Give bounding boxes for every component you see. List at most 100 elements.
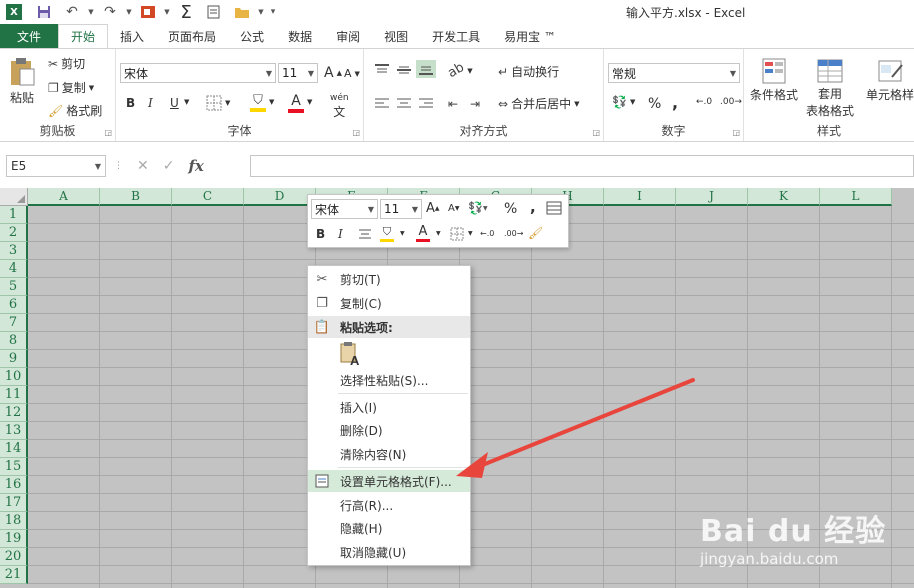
row-header[interactable]: 18 [0, 512, 28, 530]
cancel-icon[interactable]: ✕ [137, 158, 149, 174]
mini-font-name-select[interactable]: 宋体 ▼ [311, 199, 378, 219]
row-header[interactable]: 5 [0, 278, 28, 296]
font-size-select[interactable]: 11 ▼ [278, 63, 318, 83]
menu-paste-special[interactable]: 选择性粘贴(S)... [308, 369, 470, 391]
mini-accounting-icon[interactable]: 💱 ▼ [468, 201, 488, 215]
menu-copy[interactable]: ❐ 复制(C) [308, 292, 470, 314]
menu-format-cells[interactable]: 设置单元格格式(F)... [308, 470, 470, 492]
presentation-icon[interactable] [134, 1, 162, 23]
menu-unhide[interactable]: 取消隐藏(U) [308, 541, 470, 563]
presentation-dropdown-icon[interactable]: ▼ [162, 1, 172, 23]
clipboard-launcher-icon[interactable]: ◲ [104, 128, 112, 137]
mini-fill-dropdown-icon[interactable]: ▼ [400, 230, 405, 237]
fill-color-button[interactable]: ⛉ [250, 93, 266, 112]
row-header[interactable]: 8 [0, 332, 28, 350]
menu-cut[interactable]: ✂ 剪切(T) [308, 268, 470, 290]
mini-italic-button[interactable]: I [338, 227, 343, 241]
number-format-select[interactable]: 常规 ▼ [608, 63, 740, 83]
row-header[interactable]: 16 [0, 476, 28, 494]
paste-keep-text-only-button[interactable]: A [338, 342, 362, 368]
row-header[interactable]: 3 [0, 242, 28, 260]
name-box[interactable]: E5 ▼ [6, 155, 106, 177]
format-as-table-button[interactable]: 套用 表格格式 [806, 57, 854, 119]
column-header[interactable]: A [28, 188, 100, 206]
row-header[interactable]: 12 [0, 404, 28, 422]
insert-function-icon[interactable]: fx [188, 157, 203, 175]
column-header[interactable]: B [100, 188, 172, 206]
increase-decimal-button[interactable]: ←.0 [696, 97, 712, 107]
decrease-decimal-button[interactable]: .00→ [720, 97, 742, 107]
grow-font-button[interactable]: A ▲ [324, 65, 342, 81]
row-header[interactable]: 1 [0, 206, 28, 224]
borders-button[interactable]: ▼ [206, 95, 230, 111]
menu-delete[interactable]: 删除(D) [308, 419, 470, 441]
phonetic-button[interactable]: wén 文 [330, 93, 349, 120]
comma-button[interactable]: , [672, 93, 678, 112]
row-header[interactable]: 14 [0, 440, 28, 458]
paste-button[interactable]: 粘贴 [8, 57, 36, 106]
mini-borders-button[interactable] [450, 227, 464, 241]
shrink-font-button[interactable]: A ▼ [344, 67, 360, 80]
row-header[interactable]: 4 [0, 260, 28, 278]
font-name-select[interactable]: 宋体 ▼ [120, 63, 276, 83]
menu-clear-contents[interactable]: 清除内容(N) [308, 443, 470, 465]
tab-easyuse[interactable]: 易用宝 ™ [492, 24, 568, 48]
row-header[interactable]: 7 [0, 314, 28, 332]
merge-center-button[interactable]: ⇔ 合并后居中 ▼ [498, 95, 579, 112]
column-header[interactable]: J [676, 188, 748, 206]
row-header[interactable]: 2 [0, 224, 28, 242]
cell-styles-button[interactable]: 单元格样 [866, 57, 914, 103]
align-right-button[interactable] [418, 97, 434, 109]
mini-borders-dropdown-icon[interactable]: ▼ [468, 230, 473, 237]
redo-dropdown-icon[interactable]: ▼ [124, 1, 134, 23]
open-folder-icon[interactable] [228, 1, 256, 23]
copy-button[interactable]: ❐ 复制 ▼ [48, 79, 94, 96]
percent-button[interactable]: % [648, 96, 661, 112]
row-header[interactable]: 19 [0, 530, 28, 548]
tab-formulas[interactable]: 公式 [228, 24, 276, 48]
tab-home[interactable]: 开始 [58, 24, 109, 48]
mini-percent-button[interactable]: % [504, 201, 517, 217]
mini-fill-color-button[interactable]: ⛉ [380, 225, 394, 242]
row-header[interactable]: 17 [0, 494, 28, 512]
menu-row-height[interactable]: 行高(R)... [308, 494, 470, 516]
row-header[interactable]: 9 [0, 350, 28, 368]
row-header[interactable]: 15 [0, 458, 28, 476]
row-header[interactable]: 21 [0, 566, 28, 584]
fill-color-dropdown-icon[interactable]: ▼ [269, 98, 274, 106]
accounting-format-button[interactable]: 💱 ▼ [612, 95, 635, 109]
mini-font-size-select[interactable]: 11 ▼ [380, 199, 422, 219]
undo-icon[interactable]: ↶ [58, 1, 86, 23]
row-header[interactable]: 11 [0, 386, 28, 404]
column-header[interactable]: D [244, 188, 316, 206]
wrap-text-button[interactable]: ↵ 自动换行 [498, 63, 559, 80]
tab-review[interactable]: 审阅 [324, 24, 372, 48]
form-icon[interactable] [200, 1, 228, 23]
mini-grow-font-button[interactable]: A ▲ [426, 201, 440, 216]
underline-button[interactable]: U [170, 96, 179, 110]
increase-indent-button[interactable]: ⇥ [470, 97, 480, 111]
conditional-format-button[interactable]: 条件格式 [750, 57, 798, 103]
row-header[interactable]: 10 [0, 368, 28, 386]
column-header[interactable]: I [604, 188, 676, 206]
undo-dropdown-icon[interactable]: ▼ [86, 1, 96, 23]
align-left-button[interactable] [374, 97, 390, 109]
orientation-button[interactable]: ab ▼ [445, 60, 472, 81]
mini-decrease-decimal-button[interactable]: .00→ [504, 229, 523, 238]
italic-button[interactable]: I [148, 96, 153, 110]
save-icon[interactable] [30, 1, 58, 23]
mini-increase-decimal-button[interactable]: ←.0 [480, 229, 494, 238]
font-color-button[interactable]: A [288, 93, 304, 113]
bold-button[interactable]: B [126, 96, 135, 110]
format-painter-button[interactable]: 🖌 格式刷 [48, 102, 102, 119]
mini-bold-button[interactable]: B [316, 227, 325, 241]
number-launcher-icon[interactable]: ◲ [732, 128, 740, 137]
font-color-dropdown-icon[interactable]: ▼ [307, 98, 312, 106]
column-header[interactable]: K [748, 188, 820, 206]
alignment-launcher-icon[interactable]: ◲ [592, 128, 600, 137]
select-all-corner[interactable] [0, 188, 28, 206]
mini-format-painter-icon[interactable]: 🖌 [528, 226, 543, 240]
tab-data[interactable]: 数据 [276, 24, 324, 48]
redo-icon[interactable]: ↷ [96, 1, 124, 23]
align-center-button[interactable] [396, 97, 412, 109]
